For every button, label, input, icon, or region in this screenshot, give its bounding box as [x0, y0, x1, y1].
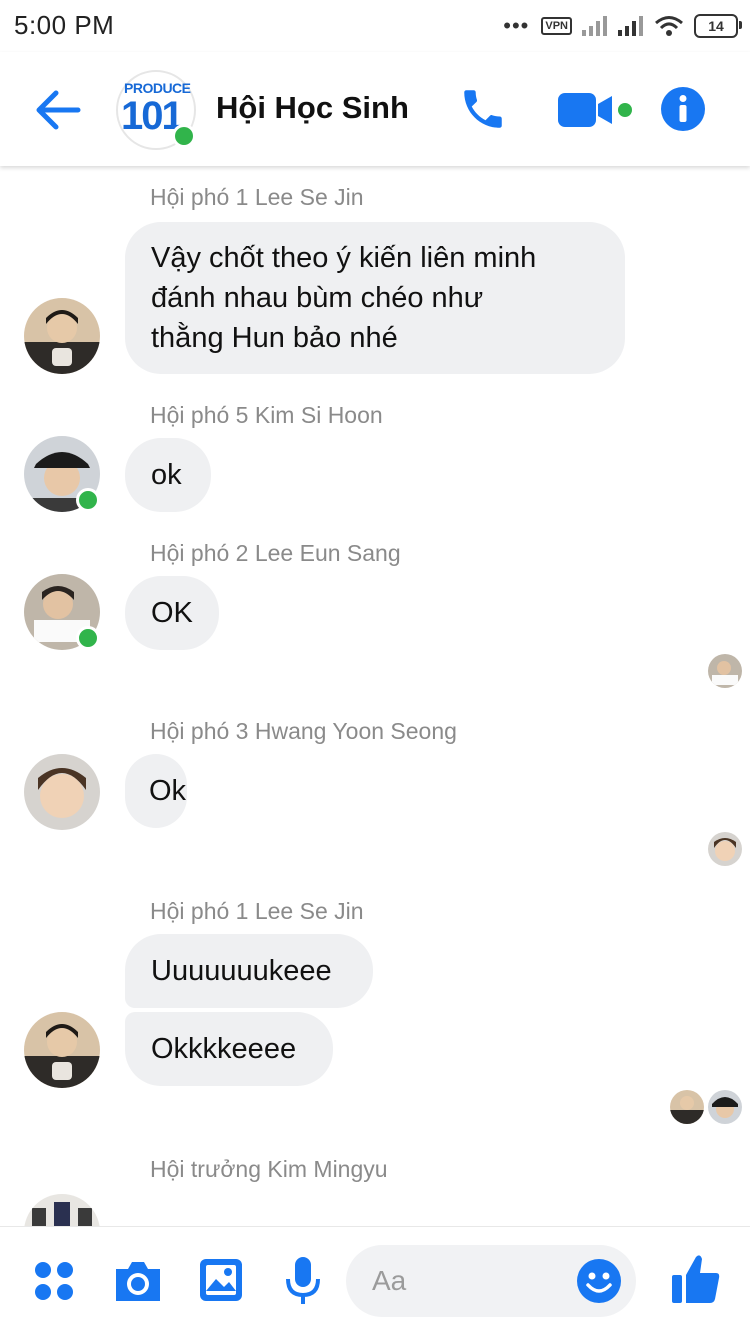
user-avatar-icon — [24, 1012, 100, 1088]
sender-name: Hội trưởng Kim Mingyu — [150, 1156, 388, 1182]
status-time: 5:00 PM — [14, 10, 115, 40]
avatar[interactable] — [24, 298, 100, 374]
wifi-icon — [655, 16, 683, 36]
avatar[interactable] — [24, 754, 100, 830]
phone-call-icon[interactable] — [458, 84, 508, 134]
status-icons: ••• VPN 14 — [503, 12, 742, 40]
avatar[interactable] — [24, 1012, 100, 1088]
online-status-dot — [172, 124, 196, 148]
online-status-dot — [76, 488, 100, 512]
message-text: OK — [151, 597, 193, 629]
message-input[interactable]: Aa — [346, 1245, 636, 1317]
battery-level: 14 — [708, 18, 724, 34]
vpn-icon: VPN — [541, 17, 572, 35]
signal-icon — [618, 16, 643, 36]
sender-name: Hội phó 5 Kim Si Hoon — [150, 402, 383, 428]
signal-icon — [582, 16, 607, 36]
sender-name: Hội phó 3 Hwang Yoon Seong — [150, 718, 457, 744]
message-text: Okkkkeeee — [151, 1033, 297, 1065]
message-bubble[interactable]: Ok — [125, 754, 187, 828]
message-text: Ok — [149, 775, 187, 807]
message-text: Uuuuuuukeee — [151, 955, 332, 987]
message-text: ok — [151, 459, 182, 491]
status-bar: 5:00 PM ••• VPN 14 — [0, 0, 750, 52]
avatar[interactable] — [24, 574, 100, 650]
more-apps-icon[interactable] — [32, 1259, 76, 1303]
message-input-placeholder: Aa — [372, 1265, 407, 1296]
message-bubble[interactable]: Uuuuuuukeee — [125, 934, 373, 1008]
message-text-line: đánh nhau bùm chéo như — [151, 282, 484, 314]
image-gallery-icon[interactable] — [198, 1257, 244, 1303]
back-arrow-icon[interactable] — [30, 82, 86, 138]
notification-dots-icon: ••• — [503, 13, 530, 38]
user-avatar-icon — [24, 298, 100, 374]
user-avatar-icon — [24, 754, 100, 830]
avatar[interactable] — [24, 1194, 100, 1226]
sender-name: Hội phó 1 Lee Se Jin — [150, 184, 364, 210]
video-call-icon[interactable] — [556, 90, 636, 130]
battery-icon: 14 — [694, 14, 742, 38]
conversation-title[interactable]: Hội Học Sinh — [216, 90, 409, 126]
emoji-icon[interactable] — [576, 1258, 622, 1304]
user-avatar-icon — [24, 1194, 100, 1226]
seen-receipt-avatar — [708, 1090, 742, 1124]
message-bubble[interactable]: OK — [125, 576, 219, 650]
seen-receipt-avatar — [670, 1090, 704, 1124]
message-text-line: thằng Hun bảo nhé — [151, 322, 398, 354]
camera-icon[interactable] — [112, 1257, 164, 1305]
message-list[interactable]: Hội phó 1 Lee Se Jin Vậy chốt theo ý kiế… — [0, 166, 750, 1226]
sender-name: Hội phó 2 Lee Eun Sang — [150, 540, 401, 566]
sender-name: Hội phó 1 Lee Se Jin — [150, 898, 364, 924]
group-avatar[interactable]: PRODUCE 101 — [116, 70, 196, 150]
message-composer: Aa — [0, 1226, 750, 1335]
message-bubble[interactable]: Okkkkeeee — [125, 1012, 333, 1086]
info-icon[interactable] — [660, 86, 706, 132]
thumbs-up-icon[interactable] — [670, 1251, 722, 1307]
message-bubble[interactable]: ok — [125, 438, 211, 512]
online-status-dot — [76, 626, 100, 650]
avatar[interactable] — [24, 436, 100, 512]
microphone-icon[interactable] — [284, 1255, 322, 1307]
seen-receipt-avatar — [708, 832, 742, 866]
message-text-line: Vậy chốt theo ý kiến liên minh — [151, 242, 537, 274]
seen-receipt-avatar — [708, 654, 742, 688]
chat-header: PRODUCE 101 Hội Học Sinh — [0, 52, 750, 166]
message-bubble[interactable]: Vậy chốt theo ý kiến liên minh đánh nhau… — [125, 222, 625, 374]
